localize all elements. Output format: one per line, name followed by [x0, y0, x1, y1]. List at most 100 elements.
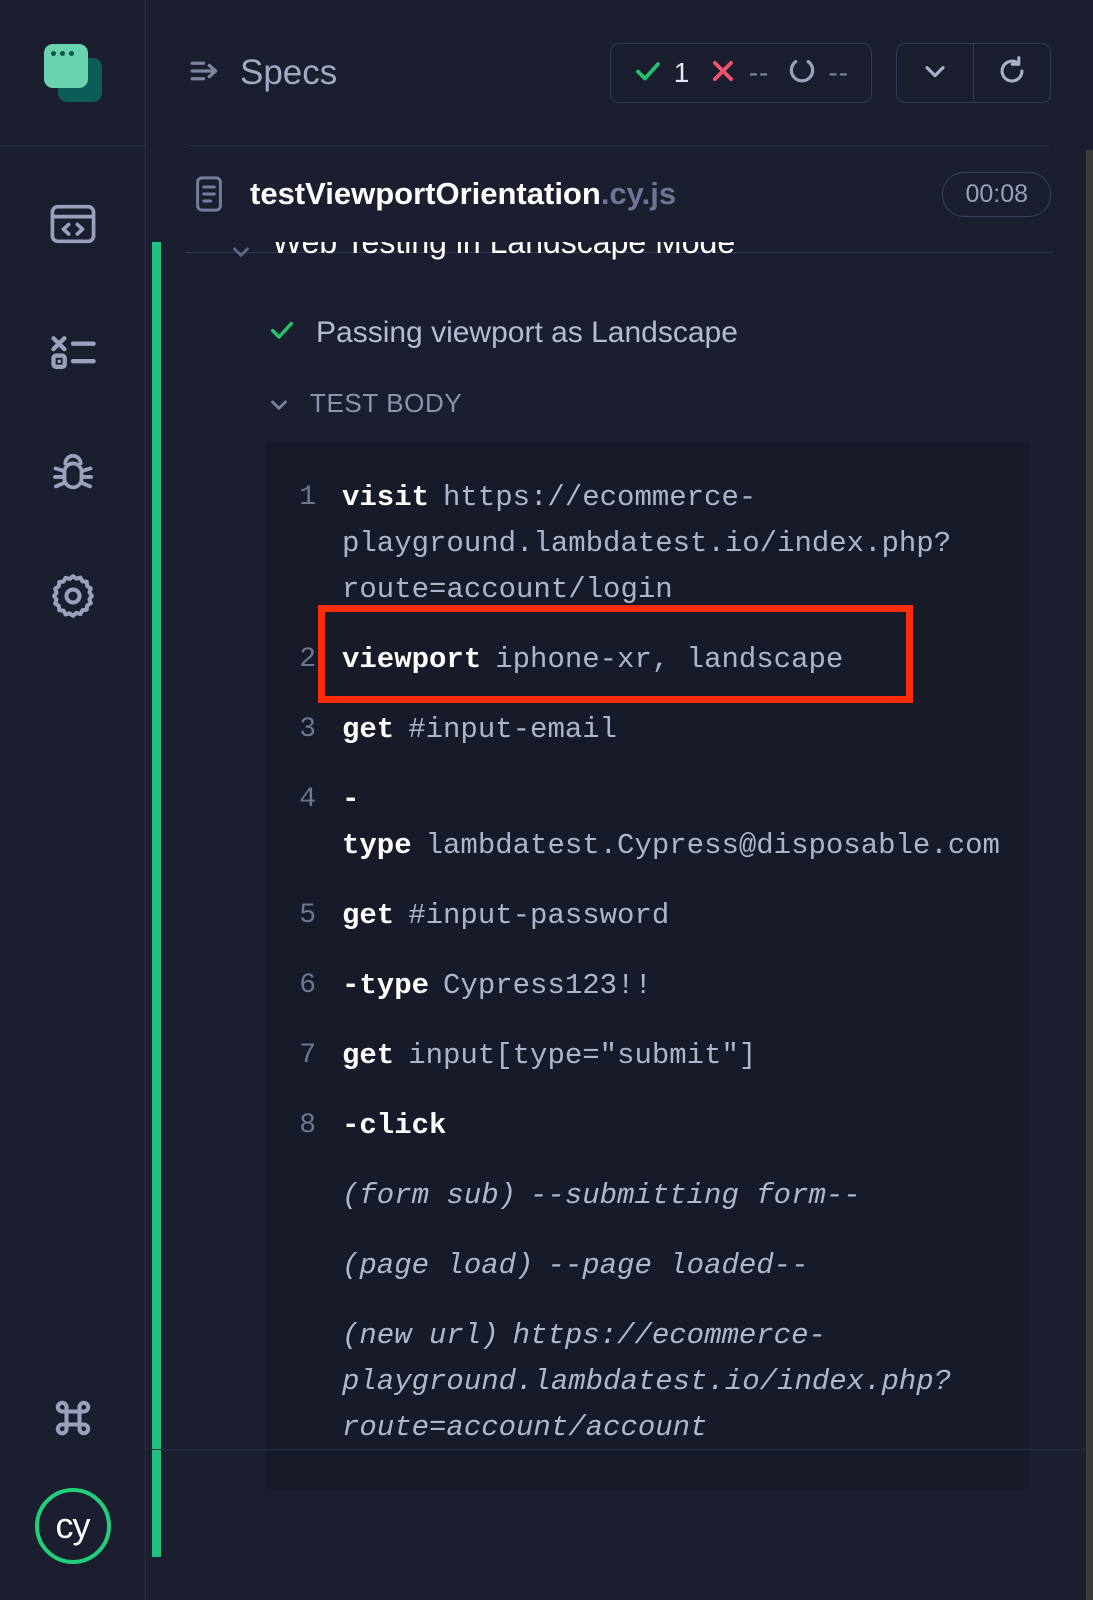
sidebar-item-settings[interactable]: [45, 568, 101, 624]
stat-passed: 1: [633, 56, 690, 91]
event-kind: (page load): [342, 1249, 533, 1282]
command-name: viewport: [342, 643, 481, 676]
suite-title: Web Testing in Landscape Mode: [272, 242, 735, 264]
specs-arrow-icon: [188, 54, 222, 93]
spec-name: testViewportOrientation: [250, 176, 601, 212]
test-stats: 1 --: [610, 43, 872, 103]
event-gutter: [266, 1313, 342, 1451]
event-text: --submitting form--: [530, 1179, 861, 1212]
specs-nav-link[interactable]: Specs: [188, 53, 337, 93]
event-gutter: [266, 1173, 342, 1219]
cypress-test-runner: cy Specs: [0, 0, 1093, 1600]
cy-logo-label: cy: [56, 1505, 90, 1547]
sidebar-logo[interactable]: [0, 0, 145, 146]
cypress-badge[interactable]: cy: [35, 1488, 111, 1564]
cypress-window-logo-icon: [44, 44, 102, 102]
event-text: --page loaded--: [547, 1249, 808, 1282]
stat-passed-value: 1: [674, 57, 690, 89]
command-body: viewportiphone-xr, landscape: [342, 637, 1005, 683]
command-row[interactable]: 3get #input-email: [266, 695, 1029, 765]
runnables-content: Web Testing in Landscape Mode Passing vi…: [146, 242, 1093, 1489]
command-row[interactable]: 5get#input-password: [266, 881, 1029, 951]
spec-header: testViewportOrientation .cy.js 00:08: [146, 146, 1093, 242]
test-body-label: TEST BODY: [310, 388, 462, 419]
event-row: (new url)https://ecommerce-playground.la…: [266, 1301, 1029, 1463]
sidebar-item-specs[interactable]: [45, 196, 101, 252]
command-number: 3: [266, 707, 342, 753]
spec-file-icon: [188, 173, 230, 215]
command-row[interactable]: 1visithttps://ecommerce-playground.lambd…: [266, 463, 1029, 625]
chevron-down-icon: [266, 391, 292, 417]
command-argument: Cypress123!!: [443, 969, 652, 1002]
event-kind: (form sub): [342, 1179, 516, 1212]
command-number: 1: [266, 475, 342, 521]
header-actions: 1 --: [610, 43, 1051, 103]
command-row[interactable]: 6-type Cypress123!!: [266, 951, 1029, 1021]
command-number: 6: [266, 963, 342, 1009]
command-argument: #input-email: [408, 713, 617, 746]
command-row[interactable]: 8-click: [266, 1091, 1029, 1161]
rerun-button[interactable]: [974, 44, 1050, 102]
command-row[interactable]: 4-typelambdatest.Cypress@disposable.com: [266, 765, 1029, 881]
browser-code-icon: [47, 198, 99, 250]
sidebar-bottom: cy: [0, 1390, 145, 1564]
spec-extension: .cy.js: [601, 176, 676, 212]
command-body: get#input-password: [342, 893, 1005, 939]
chevron-down-icon: [919, 55, 951, 92]
sidebar-item-runs[interactable]: [45, 320, 101, 376]
check-icon: [633, 56, 663, 91]
suite-chevron-down-icon[interactable]: [228, 242, 254, 268]
sidebar: cy: [0, 0, 146, 1600]
spec-duration: 00:08: [942, 172, 1051, 217]
event-body: (new url)https://ecommerce-playground.la…: [342, 1313, 1005, 1451]
suite-title-row[interactable]: Web Testing in Landscape Mode: [186, 242, 1053, 268]
bottom-divider: [146, 1449, 1093, 1450]
command-argument: input[type="submit"]: [408, 1039, 756, 1072]
event-gutter: [266, 1243, 342, 1289]
command-number: 4: [266, 777, 342, 823]
sidebar-item-debug[interactable]: [45, 444, 101, 500]
command-body: -click: [342, 1103, 1005, 1149]
command-row[interactable]: 2viewportiphone-xr, landscape: [266, 625, 1029, 695]
page-title: Specs: [240, 53, 337, 93]
command-list: 1visithttps://ecommerce-playground.lambd…: [266, 441, 1029, 1489]
header-divider: [188, 145, 1051, 146]
pending-circle-icon: [787, 56, 817, 91]
reload-icon: [995, 54, 1029, 93]
command-name: -click: [342, 1109, 446, 1142]
command-name: -type: [342, 783, 412, 862]
command-row[interactable]: 7getinput[type="submit"]: [266, 1021, 1029, 1091]
x-icon: [708, 56, 738, 91]
command-key-icon: [47, 1392, 99, 1444]
command-name: -type: [342, 969, 429, 1002]
browser-selector-button[interactable]: [897, 44, 973, 102]
command-name: get: [342, 1039, 394, 1072]
command-body: get #input-email: [342, 707, 1005, 753]
command-body: visithttps://ecommerce-playground.lambda…: [342, 475, 1005, 613]
sidebar-item-keyboard-shortcuts[interactable]: [45, 1390, 101, 1446]
test-title: Passing viewport as Landscape: [316, 316, 738, 350]
command-body: -typelambdatest.Cypress@disposable.com: [342, 777, 1005, 869]
command-argument: #input-password: [408, 899, 669, 932]
stat-failed-value: --: [749, 57, 770, 89]
gear-icon: [46, 569, 100, 623]
event-body: (page load) --page loaded--: [342, 1243, 1005, 1289]
event-row: (form sub) --submitting form--: [266, 1161, 1029, 1231]
test-title-row[interactable]: Passing viewport as Landscape: [186, 316, 1053, 350]
stat-pending-value: --: [828, 57, 849, 89]
stat-pending: --: [787, 56, 849, 91]
command-argument: https://ecommerce-playground.lambdatest.…: [342, 481, 951, 606]
test-body-toggle[interactable]: TEST BODY: [186, 388, 1053, 419]
command-number: 8: [266, 1103, 342, 1149]
bug-icon: [46, 445, 100, 499]
sidebar-nav: [0, 196, 145, 624]
command-body: get input[type="submit"]: [342, 1033, 1005, 1079]
check-icon: [268, 316, 296, 350]
command-body: -type Cypress123!!: [342, 963, 1005, 1009]
command-number: 5: [266, 893, 342, 939]
event-body: (form sub) --submitting form--: [342, 1173, 1005, 1219]
runnables-region: Web Testing in Landscape Mode Passing vi…: [146, 242, 1093, 1600]
page-scrollbar[interactable]: [1086, 150, 1093, 1600]
command-name: get: [342, 713, 394, 746]
command-number: 2: [266, 637, 342, 683]
